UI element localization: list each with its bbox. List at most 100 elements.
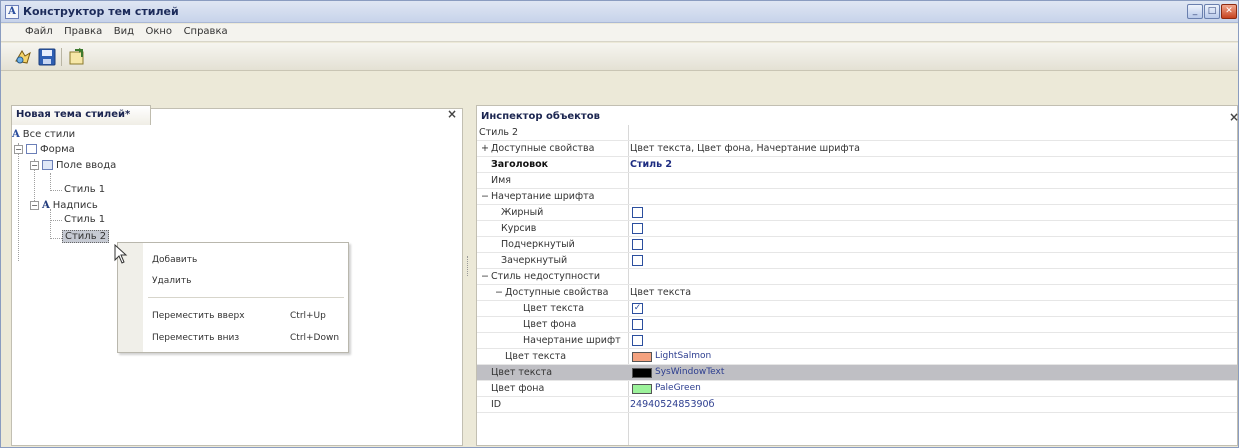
property-row[interactable]: Жирный — [477, 205, 1237, 221]
property-row[interactable]: − Начертание шрифта — [477, 189, 1237, 205]
property-name: Стиль недоступности — [491, 271, 601, 282]
export-icon[interactable] — [67, 47, 87, 67]
splitter-grip[interactable] — [467, 256, 470, 276]
close-button[interactable]: ✕ — [1221, 4, 1237, 19]
context-menu: Добавить Удалить Переместить вверх Ctrl+… — [117, 242, 349, 353]
property-value[interactable]: PaleGreen — [655, 381, 701, 396]
menu-item-move-down[interactable]: Переместить вниз — [152, 333, 239, 343]
tree-item-input-field[interactable]: − Поле ввода — [30, 159, 116, 173]
color-swatch[interactable] — [632, 352, 652, 362]
strikeout-checkbox[interactable] — [632, 255, 643, 266]
mouse-pointer-icon — [114, 243, 128, 264]
menu-item-add[interactable]: Добавить — [152, 255, 197, 265]
property-row[interactable]: Цвет фона — [477, 317, 1237, 333]
collapse-icon[interactable]: − — [30, 200, 39, 210]
property-row[interactable]: Заголовок Стиль 2 — [477, 157, 1237, 173]
styles-icon: A — [12, 129, 20, 140]
underline-checkbox[interactable] — [632, 239, 643, 250]
property-value[interactable]: Стиль 2 — [630, 157, 672, 172]
property-name: Доступные свойства — [505, 287, 609, 298]
property-name: Жирный — [501, 207, 544, 218]
font-style-checkbox[interactable] — [632, 335, 643, 346]
collapse-icon[interactable]: − — [481, 269, 489, 284]
tree-connector — [50, 209, 51, 239]
bg-color-checkbox[interactable] — [632, 319, 643, 330]
property-row[interactable]: − Доступные свойства Цвет текста — [477, 285, 1237, 301]
property-name: Курсив — [501, 223, 537, 234]
collapse-icon[interactable]: − — [14, 144, 23, 154]
property-row[interactable]: Начертание шрифт — [477, 333, 1237, 349]
menu-file[interactable]: Файл — [21, 24, 57, 37]
tree-connector — [50, 190, 62, 191]
tree-item-label: Стиль 2 — [62, 230, 110, 243]
tree-item-label: Все стили — [22, 129, 76, 140]
menu-item-move-up[interactable]: Переместить вверх — [152, 311, 245, 321]
window-title: Конструктор тем стилей — [23, 5, 179, 18]
expand-icon[interactable]: + — [481, 141, 489, 156]
tree-item-label-control[interactable]: − A Надпись — [30, 199, 98, 213]
property-row[interactable]: Стиль 2 — [477, 125, 1237, 141]
collapse-icon[interactable]: − — [30, 160, 39, 170]
tree-item-input-style-1[interactable]: Стиль 1 — [64, 183, 105, 197]
property-name: Цвет текста — [505, 351, 567, 362]
property-row[interactable]: Имя — [477, 173, 1237, 189]
tab-new-style-theme[interactable]: Новая тема стилей* — [11, 105, 151, 125]
maximize-button[interactable]: □ — [1204, 4, 1220, 19]
collapse-icon[interactable]: − — [495, 285, 503, 300]
app-icon: A — [5, 5, 19, 19]
property-row[interactable]: Зачеркнутый — [477, 253, 1237, 269]
property-value[interactable]: Цвет текста, Цвет фона, Начертание шрифт… — [630, 141, 860, 156]
property-value[interactable]: LightSalmon — [655, 349, 711, 364]
title-bar[interactable]: A Конструктор тем стилей _ □ ✕ — [1, 1, 1238, 23]
menu-view[interactable]: Вид — [110, 24, 138, 37]
color-swatch[interactable] — [632, 384, 652, 394]
tree-item-all-styles[interactable]: A Все стили — [12, 128, 75, 142]
tree-item-label-style-2[interactable]: Стиль 2 — [62, 230, 110, 244]
tree-connector — [50, 173, 51, 191]
tree-item-label: Стиль 1 — [64, 214, 106, 225]
menu-edit[interactable]: Правка — [60, 24, 106, 37]
property-row[interactable]: − Стиль недоступности — [477, 269, 1237, 285]
save-icon[interactable] — [37, 47, 57, 67]
object-inspector-title: Инспектор объектов — [481, 111, 600, 122]
property-name: Цвет текста — [491, 367, 553, 378]
property-name: Цвет фона — [523, 319, 577, 330]
italic-checkbox[interactable] — [632, 223, 643, 234]
property-name: Заголовок — [491, 159, 549, 170]
property-row[interactable]: Подчеркнутый — [477, 237, 1237, 253]
property-name: Имя — [491, 175, 511, 186]
input-field-icon — [42, 160, 53, 170]
minimize-button[interactable]: _ — [1187, 4, 1203, 19]
property-row[interactable]: Курсив — [477, 221, 1237, 237]
menu-bar: Файл Правка Вид Окно Справка — [1, 24, 1238, 42]
property-name: Цвет фона — [491, 383, 545, 394]
property-row[interactable]: Цвет текста ✓ — [477, 301, 1237, 317]
property-row[interactable]: Цвет текста LightSalmon — [477, 349, 1237, 365]
property-row[interactable]: + Доступные свойства Цвет текста, Цвет ф… — [477, 141, 1237, 157]
tree-item-label: Стиль 1 — [64, 184, 106, 195]
text-color-checkbox[interactable]: ✓ — [632, 303, 643, 314]
tree-connector — [50, 238, 62, 239]
menu-item-delete[interactable]: Удалить — [152, 276, 191, 286]
menu-help[interactable]: Справка — [180, 24, 232, 37]
tree-item-label: Поле ввода — [56, 160, 117, 171]
left-panel-close-icon[interactable]: × — [447, 107, 457, 121]
color-swatch[interactable] — [632, 368, 652, 378]
bold-checkbox[interactable] — [632, 207, 643, 218]
wizard-icon[interactable] — [13, 47, 33, 67]
property-value[interactable]: SysWindowText — [655, 365, 724, 380]
inspector-close-icon[interactable]: × — [1229, 110, 1239, 124]
menu-window[interactable]: Окно — [141, 24, 176, 37]
tree-item-label: Форма — [40, 144, 75, 155]
tree-item-form[interactable]: − Форма — [14, 143, 75, 157]
property-row[interactable]: Цвет фона PaleGreen — [477, 381, 1237, 397]
move-down-shortcut: Ctrl+Down — [290, 333, 340, 343]
property-value[interactable]: 2494052485390б — [630, 397, 714, 412]
property-name: Цвет текста — [523, 303, 585, 314]
collapse-icon[interactable]: − — [481, 189, 489, 204]
tree-item-label-style-1[interactable]: Стиль 1 — [64, 213, 105, 227]
property-name: ID — [491, 399, 502, 410]
property-row[interactable]: ID 2494052485390б — [477, 397, 1237, 413]
property-row-selected[interactable]: Цвет текста SysWindowText — [477, 365, 1237, 381]
property-value[interactable]: Цвет текста — [630, 285, 691, 300]
